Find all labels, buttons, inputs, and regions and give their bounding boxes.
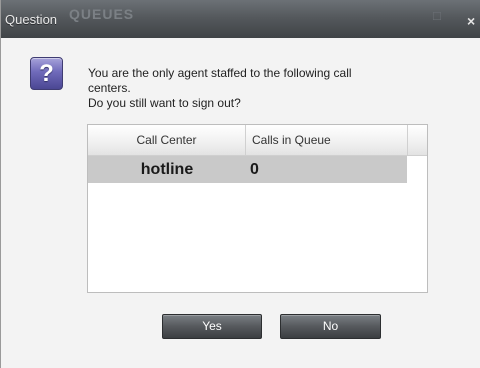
yes-button[interactable]: Yes bbox=[162, 314, 262, 339]
column-header-call-center[interactable]: Call Center bbox=[88, 125, 246, 155]
no-button[interactable]: No bbox=[280, 314, 381, 339]
table-row[interactable]: hotline 0 bbox=[88, 156, 407, 183]
dialog-message: You are the only agent staffed to the fo… bbox=[88, 66, 438, 111]
message-line-2: centers. bbox=[88, 81, 131, 95]
background-queues-label: QUEUES bbox=[69, 6, 135, 22]
dialog-titlebar[interactable]: QUEUES Question □ × bbox=[1, 0, 480, 38]
dialog-title: Question bbox=[5, 12, 58, 27]
close-button[interactable]: × bbox=[467, 12, 480, 30]
cell-calls-in-queue: 0 bbox=[250, 161, 259, 178]
question-dialog: QUEUES Question □ × ? You are the only a… bbox=[0, 0, 480, 368]
column-header-calls-in-queue[interactable]: Calls in Queue bbox=[246, 125, 408, 155]
background-window-icon: □ bbox=[433, 8, 441, 23]
cell-call-center: hotline bbox=[140, 161, 194, 178]
column-header-filler bbox=[408, 125, 427, 155]
question-mark-glyph: ? bbox=[39, 60, 54, 87]
question-icon: ? bbox=[30, 57, 63, 90]
table-header: Call Center Calls in Queue bbox=[88, 125, 427, 156]
message-line-1: You are the only agent staffed to the fo… bbox=[88, 66, 352, 80]
message-line-3: Do you still want to sign out? bbox=[88, 96, 241, 110]
call-centers-table: Call Center Calls in Queue hotline 0 bbox=[87, 124, 428, 293]
